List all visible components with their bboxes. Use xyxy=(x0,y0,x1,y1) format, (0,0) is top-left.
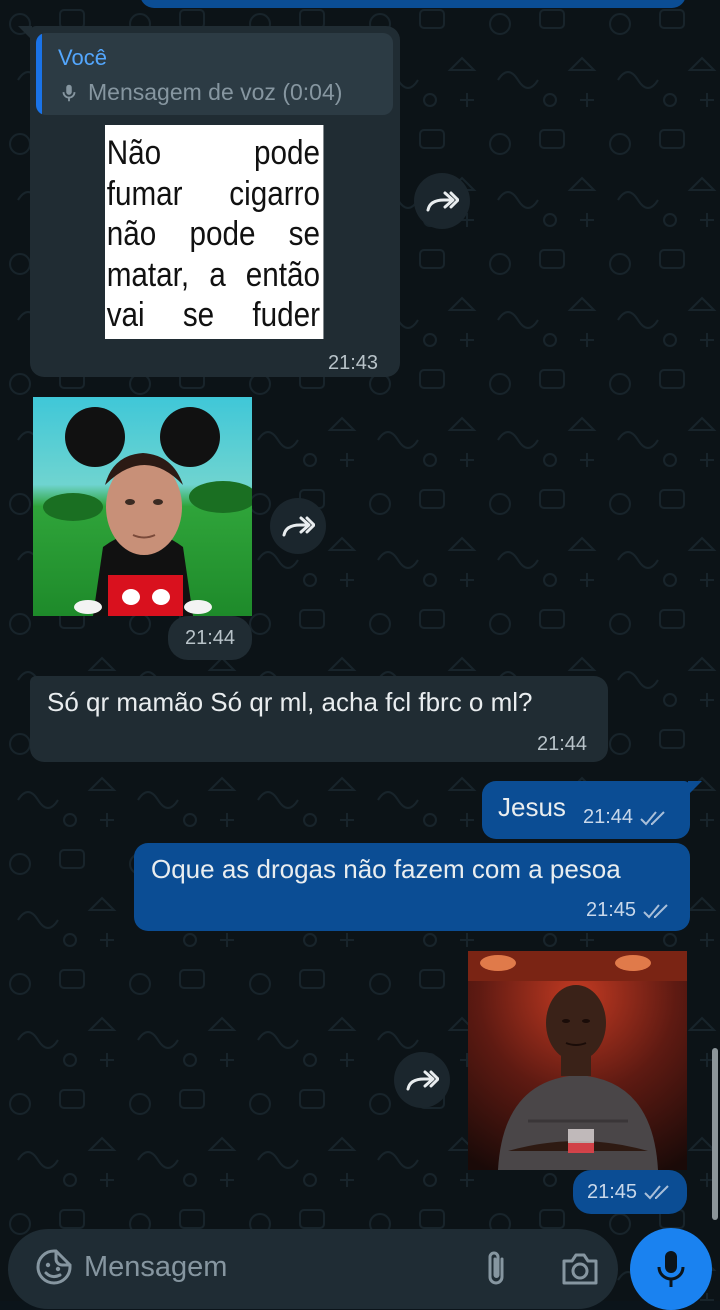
image-text-line: não pode se xyxy=(107,214,320,255)
message-status: 21:45 xyxy=(587,1181,673,1204)
image-text-word: pode xyxy=(253,134,320,172)
sticker-emoji-icon[interactable] xyxy=(34,1247,74,1287)
man-photo[interactable] xyxy=(468,951,687,1170)
image-text-line: fumar cigarro xyxy=(107,174,320,215)
previous-outgoing-bubble[interactable] xyxy=(140,0,686,8)
voice-record-button[interactable] xyxy=(630,1228,712,1310)
image-text-word: fuder xyxy=(252,296,320,334)
mickey-photo[interactable] xyxy=(33,397,252,616)
message-text: Oque as drogas não fazem com a pesoa xyxy=(151,854,621,884)
forward-button[interactable] xyxy=(414,173,470,229)
forward-icon xyxy=(282,516,315,537)
message-time: 21:44 xyxy=(583,806,634,828)
forward-icon xyxy=(426,191,459,212)
message-input[interactable] xyxy=(84,1239,464,1295)
paperclip-icon[interactable] xyxy=(480,1247,514,1289)
microphone-icon xyxy=(62,84,76,101)
forward-button[interactable] xyxy=(270,498,326,554)
message-time: 21:45 xyxy=(586,1180,638,1203)
quote-preview: Mensagem de voz (0:04) xyxy=(58,79,342,106)
quoted-message[interactable]: Você Mensagem de voz (0:04) xyxy=(36,33,393,115)
message-status: 21:44 xyxy=(583,806,669,829)
quote-text: Mensagem de voz (0:04) xyxy=(88,79,343,105)
double-check-icon xyxy=(644,1185,669,1200)
message-composer xyxy=(8,1229,618,1309)
image-text-line: vai se fuder xyxy=(107,295,320,336)
image-text-word: então xyxy=(245,255,320,294)
image-text-word: a xyxy=(209,255,226,294)
meme-text-image[interactable]: Não pode fumar cigarro não pode se matar, a então… xyxy=(105,125,324,339)
image-text-line: matar, a então xyxy=(107,255,320,296)
message-text: Jesus xyxy=(498,792,566,822)
image-text-word: matar, xyxy=(106,255,190,294)
image-text-word: não xyxy=(106,215,157,253)
message-status: 21:45 xyxy=(586,899,672,922)
scrollbar[interactable] xyxy=(712,1048,718,1220)
image-text-word: se xyxy=(288,215,320,253)
message-time: 21:43 xyxy=(328,352,379,374)
image-text-line: Não pode xyxy=(107,133,320,174)
image-time-badge: 21:45 xyxy=(573,1170,687,1214)
image-text-word: se xyxy=(182,296,215,334)
message-text: Só qr mamão Só qr ml, acha fcl fbrc o ml… xyxy=(47,687,533,717)
forward-icon xyxy=(406,1070,439,1091)
image-text-word: cigarro xyxy=(229,174,320,213)
image-text-word: vai xyxy=(106,296,145,334)
image-text-word: Não xyxy=(106,134,162,172)
message-time: 21:44 xyxy=(184,626,236,649)
forward-button[interactable] xyxy=(394,1052,450,1108)
microphone-icon xyxy=(657,1251,685,1287)
image-text-word: pode xyxy=(189,215,256,253)
bubble-tail xyxy=(688,781,702,795)
message-time: 21:44 xyxy=(537,733,588,755)
image-time-badge: 21:44 xyxy=(168,616,252,660)
quote-author: Você xyxy=(58,45,107,70)
quote-accent-bar xyxy=(36,33,42,115)
message-time: 21:45 xyxy=(586,899,637,921)
camera-icon[interactable] xyxy=(560,1249,600,1287)
double-check-icon xyxy=(643,903,668,918)
image-text-word: fumar xyxy=(106,174,183,213)
double-check-icon xyxy=(640,810,665,825)
